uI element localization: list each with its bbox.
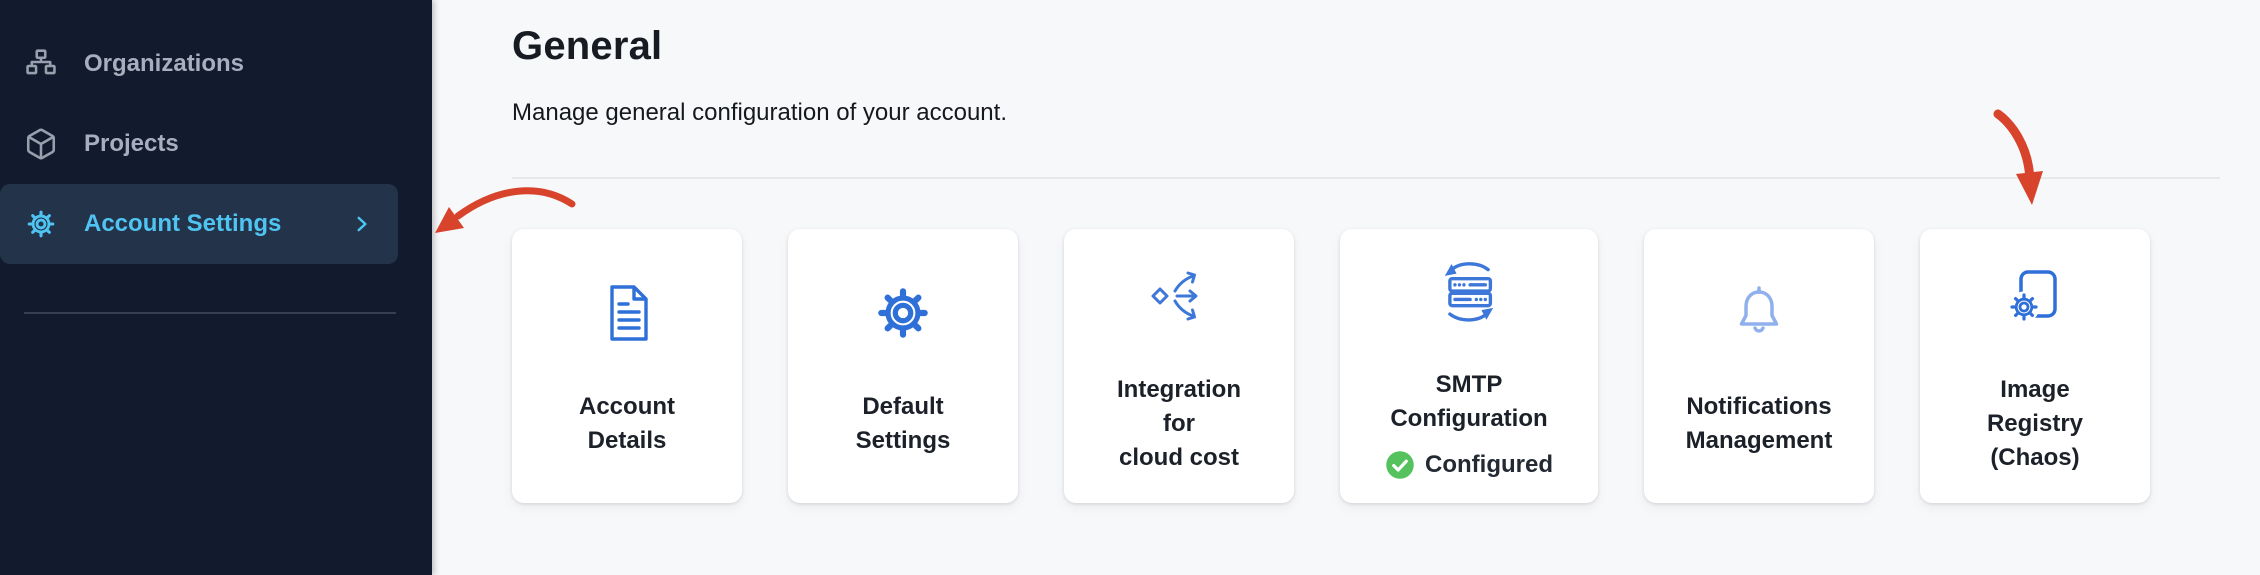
sidebar-item-organizations[interactable]: Organizations [0,24,398,104]
card-label: Image Registry (Chaos) [1987,373,2083,475]
bell-icon [1727,274,1791,352]
chevron-right-icon [352,214,372,234]
card-smtp-configuration[interactable]: SMTP Configuration Configured [1340,229,1598,503]
sidebar-item-projects[interactable]: Projects [0,104,398,184]
card-label: Notifications Management [1686,390,1833,458]
main-content: General Manage general configuration of … [432,0,2260,575]
card-label: Default Settings [856,390,951,458]
card-integration-cloud-cost[interactable]: Integration for cloud cost [1064,229,1294,503]
branch-arrows-icon [1147,257,1211,335]
card-account-details[interactable]: Account Details [512,229,742,503]
settings-card-grid: Account Details Default Settings [512,229,2220,503]
card-default-settings[interactable]: Default Settings [788,229,1018,503]
page-title: General [512,24,2220,69]
sidebar: Organizations Projects [0,0,432,575]
sidebar-item-label: Projects [84,130,179,158]
org-chart-icon [24,47,58,81]
gear-icon [24,207,58,241]
check-circle-icon [1385,450,1415,480]
card-image-registry-chaos[interactable]: Image Registry (Chaos) [1920,229,2150,503]
sidebar-item-label: Account Settings [84,210,281,238]
document-icon [595,274,659,352]
sidebar-item-account-settings[interactable]: Account Settings [0,184,398,264]
cube-icon [24,127,58,161]
status-badge: Configured [1385,450,1553,480]
card-label: SMTP Configuration [1390,368,1547,436]
server-sync-icon [1433,252,1505,330]
sidebar-item-label: Organizations [84,50,244,78]
section-divider [512,177,2220,179]
gear-icon [870,274,936,352]
card-label: Account Details [579,390,675,458]
sidebar-divider [24,312,396,314]
registry-gear-icon [2003,257,2067,335]
page-subtitle: Manage general configuration of your acc… [512,99,2220,127]
card-notifications-management[interactable]: Notifications Management [1644,229,1874,503]
card-label: Integration for cloud cost [1117,373,1241,475]
status-badge-label: Configured [1425,451,1553,479]
